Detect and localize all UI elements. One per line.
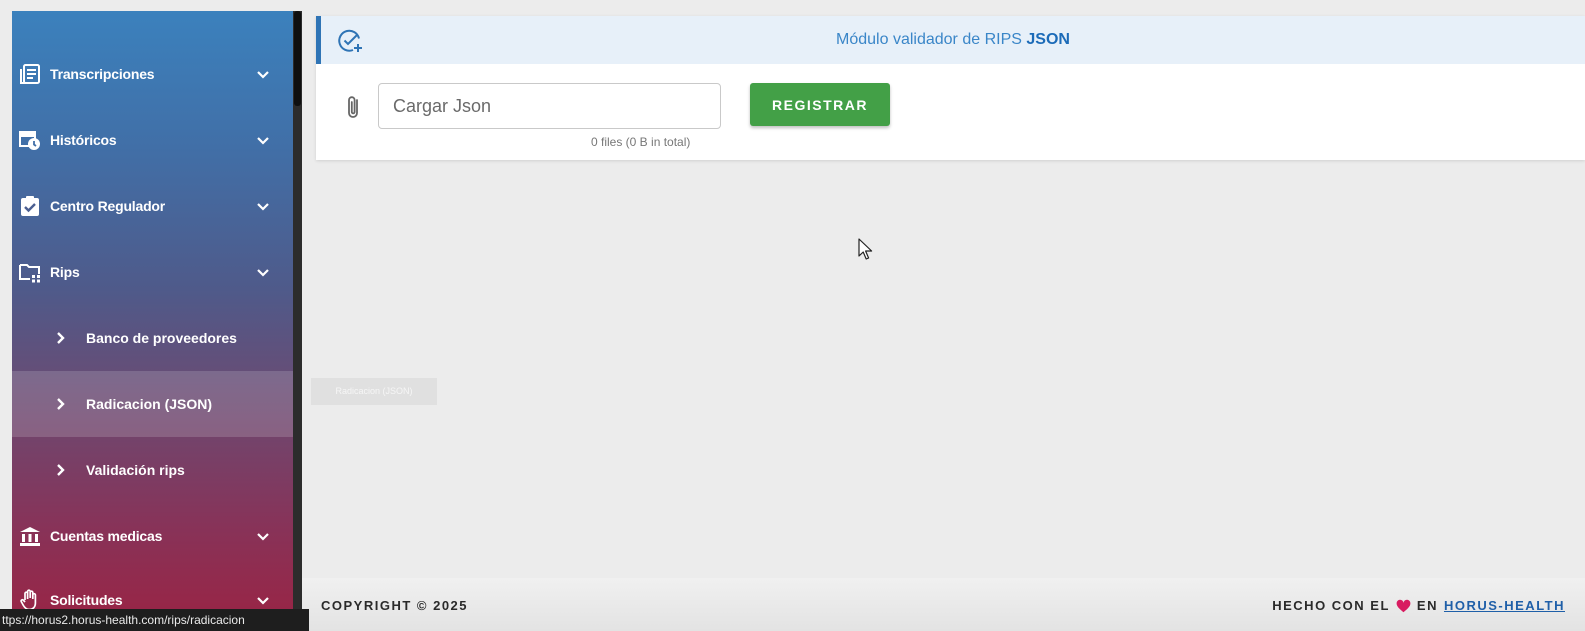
footer: COPYRIGHT © 2025 HECHO CON EL EN HORUS-H…	[302, 578, 1585, 631]
chevron-right-icon	[57, 332, 65, 344]
status-bar-url: ttps://horus2.horus-health.com/rips/radi…	[0, 609, 309, 631]
sidebar-item-rips[interactable]: Rips	[12, 239, 293, 305]
sidebar-item-label: Cuentas medicas	[50, 528, 163, 544]
sidebar-item-label: Solicitudes	[50, 592, 123, 608]
sidebar-subitem-radicacion-json[interactable]: Radicacion (JSON)	[12, 371, 293, 437]
horus-health-link[interactable]: HORUS-HEALTH	[1444, 598, 1565, 613]
list-document-icon	[18, 62, 42, 86]
chevron-right-icon	[57, 464, 65, 476]
clipboard-check-icon	[18, 194, 42, 218]
sidebar-scrollbar[interactable]	[293, 11, 302, 631]
page-title-emphasis: JSON	[1026, 31, 1070, 48]
sidebar-subitem-banco-de-proveedores[interactable]: Banco de proveedores	[12, 305, 293, 371]
register-button[interactable]: REGISTRAR	[750, 83, 890, 126]
chevron-down-icon	[257, 269, 269, 277]
sidebar-subitem-validacion-rips[interactable]: Validación rips	[12, 437, 293, 503]
sidebar-item-centro-regulador[interactable]: Centro Regulador	[12, 173, 293, 239]
card-header: Módulo validador de RIPS JSON	[316, 16, 1585, 64]
sidebar-item-label: Centro Regulador	[50, 198, 166, 214]
mouse-cursor-icon	[858, 238, 873, 260]
sidebar-item-cuentas-medicas[interactable]: Cuentas medicas	[12, 503, 293, 569]
calendar-clock-icon	[18, 128, 42, 152]
json-file-input[interactable]	[378, 83, 721, 129]
sidebar-subitem-label: Validación rips	[86, 462, 185, 478]
sidebar-subitem-label: Banco de proveedores	[86, 330, 237, 346]
scrollbar-thumb[interactable]	[294, 11, 301, 106]
chevron-down-icon	[257, 137, 269, 145]
made-middle: EN	[1416, 598, 1438, 613]
sidebar-item-label: Transcripciones	[50, 66, 155, 82]
made-prefix: HECHO CON EL	[1272, 598, 1390, 613]
paperclip-icon[interactable]	[344, 94, 364, 122]
file-count-hint: 0 files (0 B in total)	[591, 135, 691, 149]
rips-validator-card: Módulo validador de RIPS JSON 0 files (0…	[316, 16, 1585, 160]
copyright-text: COPYRIGHT © 2025	[321, 598, 469, 613]
sidebar-item-transcripciones[interactable]: Transcripciones	[12, 41, 293, 107]
page-title-text: Módulo validador de RIPS	[836, 31, 1022, 48]
sidebar-tooltip: Radicacion (JSON)	[311, 378, 437, 405]
bank-icon	[18, 524, 42, 548]
made-with-love: HECHO CON EL EN HORUS-HEALTH	[1272, 598, 1565, 613]
sidebar-subitem-label: Radicacion (JSON)	[86, 396, 213, 412]
heart-icon	[1396, 599, 1411, 612]
chevron-down-icon	[257, 203, 269, 211]
chevron-right-icon	[57, 398, 65, 410]
folder-network-icon	[18, 260, 42, 284]
sidebar-item-label: Rips	[50, 264, 80, 280]
chevron-down-icon	[257, 71, 269, 79]
sidebar-item-label: Históricos	[50, 132, 117, 148]
chevron-down-icon	[257, 533, 269, 541]
sidebar: Transcripciones Históricos Centro Regula…	[12, 11, 293, 631]
chevron-down-icon	[257, 597, 269, 605]
page-title: Módulo validador de RIPS JSON	[321, 31, 1585, 49]
sidebar-item-historicos[interactable]: Históricos	[12, 107, 293, 173]
